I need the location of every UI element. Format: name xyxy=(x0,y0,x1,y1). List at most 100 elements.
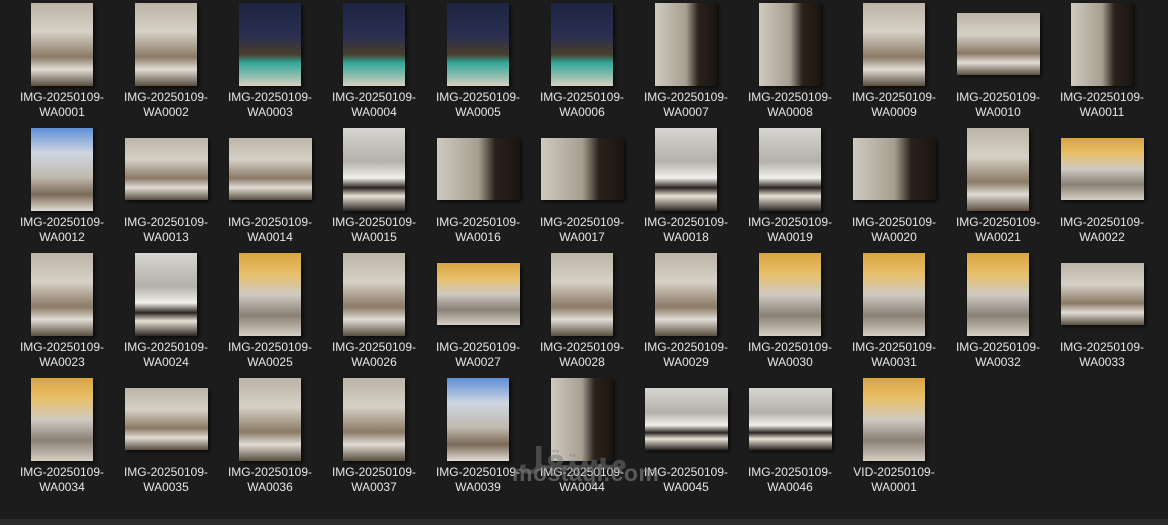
file-item[interactable]: IMG-20250109-WA0044 xyxy=(530,375,634,500)
file-item[interactable]: IMG-20250109-WA0021 xyxy=(946,125,1050,250)
file-item[interactable]: IMG-20250109-WA0012 xyxy=(10,125,114,250)
thumbnail-frame xyxy=(116,126,216,212)
file-item[interactable]: IMG-20250109-WA0024 xyxy=(114,250,218,375)
file-item[interactable]: IMG-20250109-WA0037 xyxy=(322,375,426,500)
file-item[interactable]: IMG-20250109-WA0013 xyxy=(114,125,218,250)
image-thumbnail[interactable] xyxy=(540,138,624,200)
file-item[interactable]: IMG-20250109-WA0020 xyxy=(842,125,946,250)
file-item[interactable]: VID-20250109-WA0001 xyxy=(842,375,946,500)
file-item[interactable]: IMG-20250109-WA0027 xyxy=(426,250,530,375)
thumbnail-frame xyxy=(1052,251,1152,337)
image-thumbnail[interactable] xyxy=(343,127,405,211)
file-name: IMG-20250109-WA0039 xyxy=(435,465,521,494)
image-thumbnail[interactable] xyxy=(239,252,301,336)
image-thumbnail[interactable] xyxy=(967,127,1029,211)
file-item[interactable]: IMG-20250109-WA0036 xyxy=(218,375,322,500)
file-item[interactable]: IMG-20250109-WA0006 xyxy=(530,0,634,125)
file-item[interactable]: IMG-20250109-WA0018 xyxy=(634,125,738,250)
file-item[interactable]: IMG-20250109-WA0030 xyxy=(738,250,842,375)
image-thumbnail[interactable] xyxy=(759,252,821,336)
file-item[interactable]: IMG-20250109-WA0010 xyxy=(946,0,1050,125)
image-thumbnail[interactable] xyxy=(1060,138,1144,200)
image-thumbnail[interactable] xyxy=(956,13,1040,75)
image-thumbnail[interactable] xyxy=(852,138,936,200)
image-thumbnail[interactable] xyxy=(239,377,301,461)
file-item[interactable]: IMG-20250109-WA0046 xyxy=(738,375,842,500)
image-thumbnail[interactable] xyxy=(239,2,301,86)
file-item[interactable]: IMG-20250109-WA0016 xyxy=(426,125,530,250)
file-item[interactable]: IMG-20250109-WA0031 xyxy=(842,250,946,375)
image-thumbnail[interactable] xyxy=(31,377,93,461)
file-item[interactable]: IMG-20250109-WA0015 xyxy=(322,125,426,250)
file-name: IMG-20250109-WA0004 xyxy=(331,90,417,119)
file-item[interactable]: IMG-20250109-WA0004 xyxy=(322,0,426,125)
image-thumbnail[interactable] xyxy=(124,138,208,200)
file-name: IMG-20250109-WA0027 xyxy=(435,340,521,369)
file-item[interactable]: IMG-20250109-WA0007 xyxy=(634,0,738,125)
thumbnail-frame xyxy=(116,1,216,87)
file-item[interactable]: IMG-20250109-WA0017 xyxy=(530,125,634,250)
image-thumbnail[interactable] xyxy=(759,127,821,211)
file-item[interactable]: IMG-20250109-WA0022 xyxy=(1050,125,1154,250)
image-thumbnail[interactable] xyxy=(644,388,728,450)
file-item[interactable]: IMG-20250109-WA0034 xyxy=(10,375,114,500)
image-thumbnail[interactable] xyxy=(31,2,93,86)
image-thumbnail[interactable] xyxy=(863,2,925,86)
thumbnail-frame xyxy=(636,251,736,337)
file-item[interactable]: IMG-20250109-WA0045 xyxy=(634,375,738,500)
image-thumbnail[interactable] xyxy=(135,252,197,336)
image-thumbnail[interactable] xyxy=(135,2,197,86)
file-name: IMG-20250109-WA0016 xyxy=(435,215,521,244)
file-item[interactable]: IMG-20250109-WA0026 xyxy=(322,250,426,375)
file-item[interactable]: IMG-20250109-WA0019 xyxy=(738,125,842,250)
image-thumbnail[interactable] xyxy=(436,138,520,200)
file-item[interactable]: IMG-20250109-WA0009 xyxy=(842,0,946,125)
file-item[interactable]: IMG-20250109-WA0039 xyxy=(426,375,530,500)
file-item[interactable]: IMG-20250109-WA0025 xyxy=(218,250,322,375)
image-thumbnail[interactable] xyxy=(863,252,925,336)
image-thumbnail[interactable] xyxy=(1060,263,1144,325)
file-item[interactable]: IMG-20250109-WA0028 xyxy=(530,250,634,375)
file-item[interactable]: IMG-20250109-WA0032 xyxy=(946,250,1050,375)
image-thumbnail[interactable] xyxy=(655,127,717,211)
image-thumbnail[interactable] xyxy=(551,377,613,461)
thumbnail-frame xyxy=(948,1,1048,87)
file-item[interactable]: IMG-20250109-WA0033 xyxy=(1050,250,1154,375)
image-thumbnail[interactable] xyxy=(447,2,509,86)
file-name: IMG-20250109-WA0028 xyxy=(539,340,625,369)
image-thumbnail[interactable] xyxy=(655,252,717,336)
image-thumbnail[interactable] xyxy=(31,252,93,336)
image-thumbnail[interactable] xyxy=(748,388,832,450)
file-item[interactable]: IMG-20250109-WA0005 xyxy=(426,0,530,125)
thumbnail-frame xyxy=(12,1,112,87)
image-thumbnail[interactable] xyxy=(1071,2,1133,86)
image-thumbnail[interactable] xyxy=(551,252,613,336)
image-thumbnail[interactable] xyxy=(551,2,613,86)
image-thumbnail[interactable] xyxy=(124,388,208,450)
image-thumbnail[interactable] xyxy=(343,2,405,86)
file-item[interactable]: IMG-20250109-WA0011 xyxy=(1050,0,1154,125)
image-thumbnail[interactable] xyxy=(447,377,509,461)
thumbnail-frame xyxy=(948,251,1048,337)
file-item[interactable]: IMG-20250109-WA0035 xyxy=(114,375,218,500)
file-name: IMG-20250109-WA0035 xyxy=(123,465,209,494)
file-item[interactable]: IMG-20250109-WA0003 xyxy=(218,0,322,125)
file-item[interactable]: IMG-20250109-WA0014 xyxy=(218,125,322,250)
file-item[interactable]: IMG-20250109-WA0002 xyxy=(114,0,218,125)
file-item[interactable]: IMG-20250109-WA0029 xyxy=(634,250,738,375)
image-thumbnail[interactable] xyxy=(343,252,405,336)
image-thumbnail[interactable] xyxy=(759,2,821,86)
video-thumbnail[interactable] xyxy=(863,377,925,461)
file-name: IMG-20250109-WA0046 xyxy=(747,465,833,494)
image-thumbnail[interactable] xyxy=(343,377,405,461)
image-thumbnail[interactable] xyxy=(31,127,93,211)
file-item[interactable]: IMG-20250109-WA0008 xyxy=(738,0,842,125)
image-thumbnail[interactable] xyxy=(655,2,717,86)
file-item[interactable]: IMG-20250109-WA0001 xyxy=(10,0,114,125)
image-thumbnail[interactable] xyxy=(436,263,520,325)
image-thumbnail[interactable] xyxy=(228,138,312,200)
thumbnail-frame xyxy=(948,126,1048,212)
image-thumbnail[interactable] xyxy=(967,252,1029,336)
file-name: IMG-20250109-WA0036 xyxy=(227,465,313,494)
file-item[interactable]: IMG-20250109-WA0023 xyxy=(10,250,114,375)
